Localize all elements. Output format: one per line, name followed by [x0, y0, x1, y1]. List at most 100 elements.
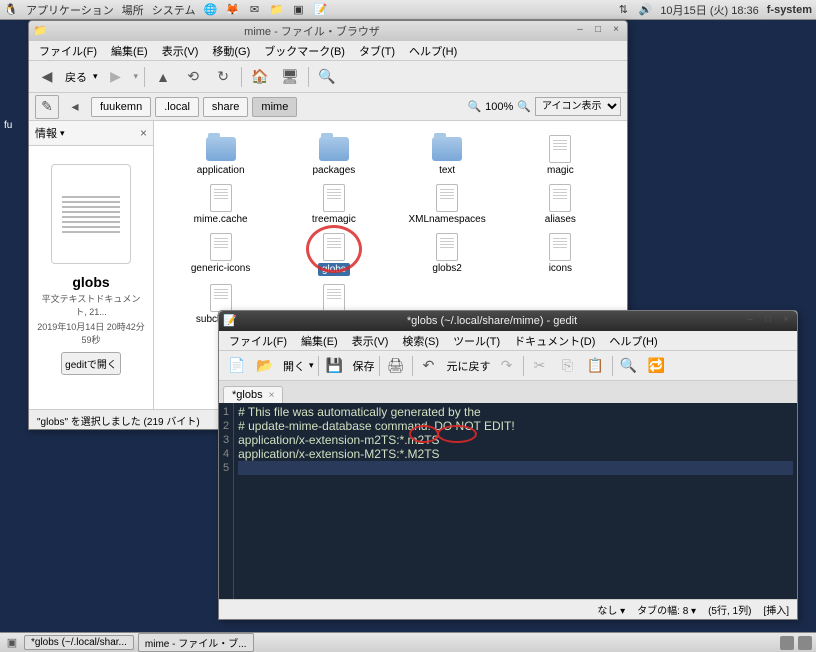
zoom-in-icon[interactable]: 🔍: [517, 100, 531, 113]
firefox-icon[interactable]: 🦊: [225, 3, 239, 17]
gedit-maximize-button[interactable]: □: [761, 314, 775, 328]
path-segment-0[interactable]: fuukemn: [91, 97, 151, 117]
new-file-button[interactable]: 📄: [225, 354, 249, 378]
file-item-aliases[interactable]: aliases: [506, 182, 615, 227]
file-item-globs[interactable]: globs: [279, 231, 388, 278]
file-label: treemagic: [312, 214, 356, 225]
menu-tabs[interactable]: タブ(T): [353, 41, 401, 61]
redo-button[interactable]: ↷: [495, 354, 519, 378]
maximize-button[interactable]: □: [591, 24, 605, 38]
path-segment-1[interactable]: .local: [155, 97, 199, 117]
editor-icon[interactable]: 📝: [313, 3, 327, 17]
file-item-text[interactable]: text: [393, 133, 502, 178]
file-item-treemagic[interactable]: treemagic: [279, 182, 388, 227]
document-icon: [205, 284, 237, 312]
status-tabwidth[interactable]: タブの幅: 8 ▾: [637, 602, 696, 617]
file-item-generic-icons[interactable]: generic-icons: [166, 231, 275, 278]
menu-edit[interactable]: 編集(E): [105, 41, 154, 61]
browser-icon[interactable]: 🌐: [203, 3, 217, 17]
path-history-button[interactable]: ◂: [63, 95, 87, 119]
terminal-icon[interactable]: ▣: [291, 3, 305, 17]
path-segment-3[interactable]: mime: [252, 97, 297, 117]
stop-button[interactable]: ⟲: [181, 65, 205, 89]
path-segment-2[interactable]: share: [203, 97, 249, 117]
menu-bookmarks[interactable]: ブックマーク(B): [258, 41, 351, 61]
volume-icon[interactable]: 🔊: [638, 3, 652, 17]
up-button[interactable]: ▲: [151, 65, 175, 89]
menu-applications[interactable]: アプリケーション: [26, 2, 114, 18]
paste-button[interactable]: 📋: [584, 354, 608, 378]
gedit-menu-edit[interactable]: 編集(E): [295, 331, 344, 351]
trash-icon[interactable]: [798, 636, 812, 650]
file-item-XMLnamespaces[interactable]: XMLnamespaces: [393, 182, 502, 227]
menu-system[interactable]: システム: [152, 2, 196, 18]
zoom-out-icon[interactable]: 🔍: [467, 100, 481, 113]
file-item-globs2[interactable]: globs2: [393, 231, 502, 278]
gedit-menu-tools[interactable]: ツール(T): [447, 331, 506, 351]
editor-area[interactable]: 12345 # This file was automatically gene…: [219, 403, 797, 599]
back-label[interactable]: 戻る: [65, 69, 87, 85]
file-manager-icon[interactable]: 📁: [269, 3, 283, 17]
gedit-menu-help[interactable]: ヘルプ(H): [603, 331, 663, 351]
gedit-menu-documents[interactable]: ドキュメント(D): [508, 331, 601, 351]
undo-button[interactable]: ↶: [417, 354, 441, 378]
menu-view[interactable]: 表示(V): [156, 41, 205, 61]
open-dropdown-icon[interactable]: ▾: [309, 360, 314, 371]
file-item-packages[interactable]: packages: [279, 133, 388, 178]
computer-button[interactable]: 🖥: [278, 65, 302, 89]
clock[interactable]: 10月15日 (火) 18:36: [660, 2, 758, 18]
file-item-application[interactable]: application: [166, 133, 275, 178]
preview-type: 平文テキストドキュメント, 21...: [37, 292, 145, 318]
network-icon[interactable]: ⇅: [616, 3, 630, 17]
gedit-titlebar[interactable]: 📝 *globs (~/.local/share/mime) - gedit –…: [219, 311, 797, 331]
menu-help[interactable]: ヘルプ(H): [403, 41, 463, 61]
task-gedit[interactable]: *globs (~/.local/shar...: [24, 635, 134, 650]
open-with-button[interactable]: geditで開く: [61, 352, 121, 375]
gedit-tab[interactable]: *globs ×: [223, 386, 283, 403]
show-desktop-button[interactable]: ▣: [4, 635, 20, 651]
file-item-mime.cache[interactable]: mime.cache: [166, 182, 275, 227]
user-label[interactable]: f-system: [767, 4, 812, 16]
file-item-icons[interactable]: icons: [506, 231, 615, 278]
open-button[interactable]: 📂: [253, 354, 277, 378]
back-button[interactable]: ◀: [35, 65, 59, 89]
fm-titlebar[interactable]: 📁 mime - ファイル・ブラウザ – □ ×: [29, 21, 627, 41]
reload-button[interactable]: ↻: [211, 65, 235, 89]
gedit-menu-file[interactable]: ファイル(F): [223, 331, 293, 351]
gedit-menu-search[interactable]: 検索(S): [396, 331, 445, 351]
cut-button[interactable]: ✂: [528, 354, 552, 378]
save-button[interactable]: 💾: [323, 354, 347, 378]
replace-button[interactable]: 🔁: [645, 354, 669, 378]
desktop-icon[interactable]: fu: [4, 120, 12, 131]
close-button[interactable]: ×: [609, 24, 623, 38]
fm-sidebar: 情報 ▾ × globs 平文テキストドキュメント, 21... 2019年10…: [29, 121, 154, 409]
forward-button[interactable]: ▶: [104, 65, 128, 89]
menu-go[interactable]: 移動(G): [206, 41, 256, 61]
file-item-magic[interactable]: magic: [506, 133, 615, 178]
search-button[interactable]: 🔍: [315, 65, 339, 89]
gedit-close-button[interactable]: ×: [779, 314, 793, 328]
edit-path-button[interactable]: ✎: [35, 95, 59, 119]
tab-close-button[interactable]: ×: [269, 390, 275, 401]
file-label: packages: [312, 165, 355, 176]
home-button[interactable]: 🏠: [248, 65, 272, 89]
gedit-menu-view[interactable]: 表示(V): [346, 331, 395, 351]
menu-places[interactable]: 場所: [122, 2, 144, 18]
task-filemanager[interactable]: mime - ファイル・ブ...: [138, 633, 254, 652]
menu-file[interactable]: ファイル(F): [33, 41, 103, 61]
print-button[interactable]: 🖨: [384, 354, 408, 378]
chevron-down-icon[interactable]: ▾: [60, 128, 65, 139]
workspace-switcher[interactable]: [780, 636, 794, 650]
document-icon: [431, 184, 463, 212]
minimize-button[interactable]: –: [573, 24, 587, 38]
mail-icon[interactable]: ✉: [247, 3, 261, 17]
sidebar-close-button[interactable]: ×: [140, 126, 147, 140]
code-content[interactable]: # This file was automatically generated …: [234, 403, 797, 599]
copy-button[interactable]: ⎘: [556, 354, 580, 378]
status-encoding[interactable]: なし ▾: [597, 602, 625, 617]
find-button[interactable]: 🔍: [617, 354, 641, 378]
view-mode-select[interactable]: アイコン表示: [535, 97, 621, 116]
gedit-minimize-button[interactable]: –: [743, 314, 757, 328]
status-mode: [挿入]: [763, 602, 789, 617]
back-dropdown-icon[interactable]: ▾: [93, 71, 98, 82]
